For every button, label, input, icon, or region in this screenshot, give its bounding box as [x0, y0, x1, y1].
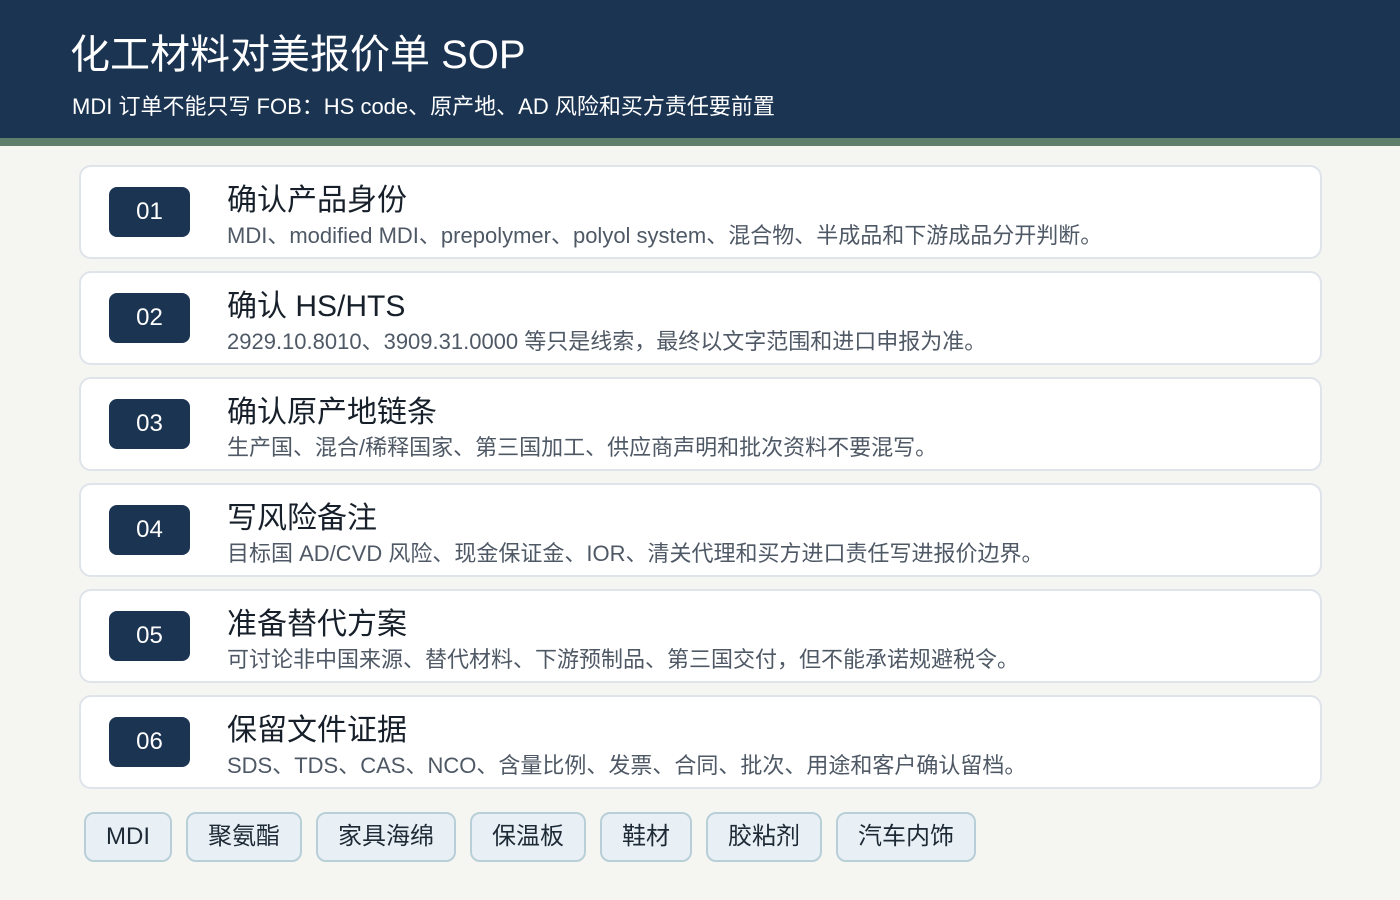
page-header: 化工材料对美报价单 SOP MDI 订单不能只写 FOB：HS code、原产地…: [0, 0, 1400, 138]
step-title: 准备替代方案: [227, 608, 407, 641]
header-accent-bar: [0, 138, 1400, 146]
step-description: 目标国 AD/CVD 风险、现金保证金、IOR、清关代理和买方进口责任写进报价边…: [227, 541, 1044, 566]
step-description: MDI、modified MDI、prepolymer、polyol syste…: [227, 223, 1103, 248]
tag-polyurethane: 聚氨酯: [186, 812, 302, 862]
step-number-badge: 01: [109, 187, 190, 237]
step-card-03: 03 确认原产地链条 生产国、混合/稀释国家、第三国加工、供应商声明和批次资料不…: [79, 377, 1322, 471]
industry-tag-list: MDI 聚氨酯 家具海绵 保温板 鞋材 胶粘剂 汽车内饰: [84, 812, 976, 862]
step-title: 确认 HS/HTS: [227, 290, 406, 323]
step-card-02: 02 确认 HS/HTS 2929.10.8010、3909.31.0000 等…: [79, 271, 1322, 365]
step-title: 保留文件证据: [227, 714, 407, 747]
step-card-05: 05 准备替代方案 可讨论非中国来源、替代材料、下游预制品、第三国交付，但不能承…: [79, 589, 1322, 683]
step-title: 确认产品身份: [227, 184, 407, 217]
tag-footwear-material: 鞋材: [600, 812, 692, 862]
page-subtitle: MDI 订单不能只写 FOB：HS code、原产地、AD 风险和买方责任要前置: [72, 94, 775, 119]
step-card-06: 06 保留文件证据 SDS、TDS、CAS、NCO、含量比例、发票、合同、批次、…: [79, 695, 1322, 789]
tag-insulation-board: 保温板: [470, 812, 586, 862]
step-number-badge: 03: [109, 399, 190, 449]
step-number-badge: 04: [109, 505, 190, 555]
tag-furniture-foam: 家具海绵: [316, 812, 456, 862]
tag-automotive-interior: 汽车内饰: [836, 812, 976, 862]
step-card-04: 04 写风险备注 目标国 AD/CVD 风险、现金保证金、IOR、清关代理和买方…: [79, 483, 1322, 577]
step-number-badge: 05: [109, 611, 190, 661]
tag-mdi: MDI: [84, 812, 172, 862]
step-description: 生产国、混合/稀释国家、第三国加工、供应商声明和批次资料不要混写。: [227, 435, 938, 460]
step-title: 写风险备注: [227, 502, 377, 535]
step-number-badge: 02: [109, 293, 190, 343]
step-description: 2929.10.8010、3909.31.0000 等只是线索，最终以文字范围和…: [227, 329, 987, 354]
step-card-01: 01 确认产品身份 MDI、modified MDI、prepolymer、po…: [79, 165, 1322, 259]
sop-step-list: 01 确认产品身份 MDI、modified MDI、prepolymer、po…: [79, 165, 1322, 801]
step-number-badge: 06: [109, 717, 190, 767]
step-description: 可讨论非中国来源、替代材料、下游预制品、第三国交付，但不能承诺规避税令。: [227, 647, 1020, 672]
page-title: 化工材料对美报价单 SOP: [70, 33, 526, 77]
tag-adhesive: 胶粘剂: [706, 812, 822, 862]
step-title: 确认原产地链条: [227, 396, 437, 429]
step-description: SDS、TDS、CAS、NCO、含量比例、发票、合同、批次、用途和客户确认留档。: [227, 753, 1027, 778]
